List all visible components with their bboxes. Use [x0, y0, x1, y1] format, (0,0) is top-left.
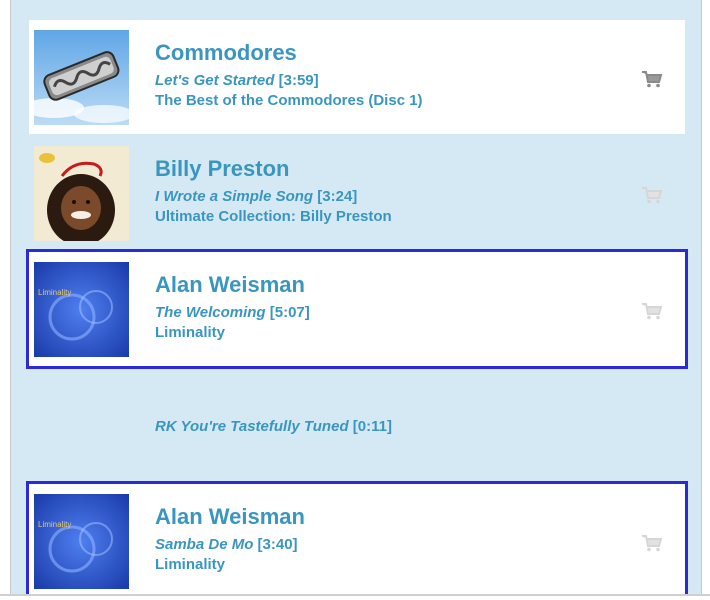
track-duration: [3:59] — [278, 72, 319, 89]
playlist-row-billy-preston[interactable]: Billy Preston I Wrote a Simple Song [3:2… — [29, 136, 685, 250]
spot-duration: [0:11] — [352, 418, 392, 435]
shopping-cart-icon[interactable] — [641, 302, 663, 320]
album-name[interactable]: Liminality — [155, 555, 305, 575]
playlist-row-alan-weisman-samba[interactable]: Liminality Alan Weisman Samba De Mo [3:4… — [26, 481, 688, 594]
track-duration: [3:24] — [317, 188, 358, 205]
track-duration: [5:07] — [269, 304, 310, 321]
album-art-commodores — [34, 30, 129, 125]
album-name[interactable]: The Best of the Commodores (Disc 1) — [155, 91, 423, 111]
album-art-text: Liminality — [38, 520, 71, 529]
shopping-cart-icon[interactable] — [641, 186, 663, 204]
track-duration: [3:40] — [257, 536, 298, 553]
album-art-text: Liminality — [38, 288, 71, 297]
track-title[interactable]: Samba De Mo — [155, 536, 253, 553]
track-title[interactable]: The Welcoming — [155, 304, 266, 321]
album-art-billy-preston — [34, 146, 129, 241]
artist-name[interactable]: Billy Preston — [155, 156, 392, 182]
album-art-liminality: Liminality — [34, 262, 129, 357]
bottom-border — [0, 594, 710, 596]
track-line: I Wrote a Simple Song [3:24] — [155, 187, 392, 207]
artist-name[interactable]: Alan Weisman — [155, 272, 310, 298]
playlist-panel: Commodores Let's Get Started [3:59] The … — [10, 0, 702, 594]
spot-title: RK You're Tastefully Tuned — [155, 418, 349, 435]
track-line: Let's Get Started [3:59] — [155, 71, 423, 91]
artist-name[interactable]: Commodores — [155, 40, 423, 66]
station-spot-item[interactable]: RK You're Tastefully Tuned [0:11] — [155, 418, 392, 435]
playlist-row-alan-weisman-welcoming[interactable]: Liminality Alan Weisman The Welcoming [5… — [26, 249, 688, 369]
shopping-cart-icon[interactable] — [641, 70, 663, 88]
shopping-cart-icon[interactable] — [641, 534, 663, 552]
track-title[interactable]: I Wrote a Simple Song — [155, 188, 313, 205]
track-line: The Welcoming [5:07] — [155, 303, 310, 323]
track-line: Samba De Mo [3:40] — [155, 535, 305, 555]
album-name[interactable]: Ultimate Collection: Billy Preston — [155, 207, 392, 227]
playlist-row-commodores[interactable]: Commodores Let's Get Started [3:59] The … — [29, 20, 685, 134]
artist-name[interactable]: Alan Weisman — [155, 504, 305, 530]
track-title[interactable]: Let's Get Started — [155, 72, 274, 89]
album-art-liminality: Liminality — [34, 494, 129, 589]
album-name[interactable]: Liminality — [155, 323, 310, 343]
